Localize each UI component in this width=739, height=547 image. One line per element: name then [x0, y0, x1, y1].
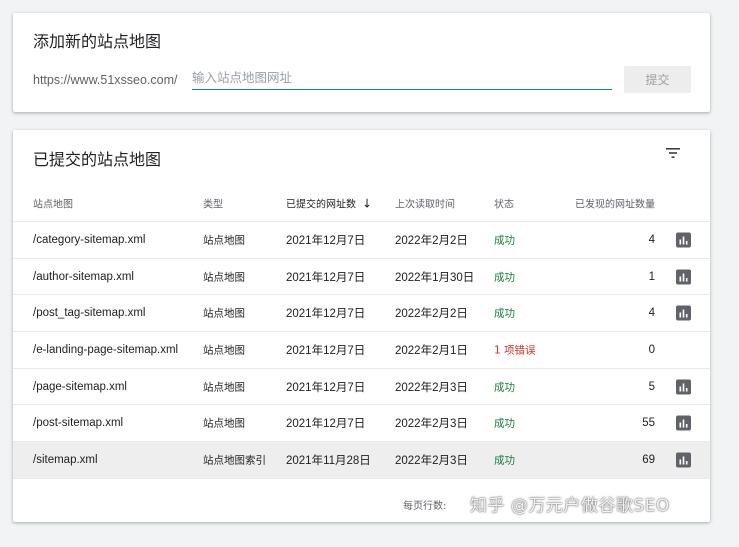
- table-header: 站点地图 类型 已提交的网址数 ↓ 上次读取时间 状态 已发现的网址数量: [13, 185, 710, 222]
- watermark: 知乎 @万元户做谷歌SEO: [470, 496, 670, 516]
- last-read-date: 2022年2月3日: [395, 418, 468, 431]
- table-footer: 每页行数: 知乎 @万元户做谷歌SEO: [13, 485, 710, 522]
- sitemap-type: 站点地图: [203, 381, 245, 394]
- submitted-date: 2021年11月28日: [286, 454, 371, 467]
- column-header-submitted-label: 已提交的网址数: [286, 199, 356, 211]
- found-count: 1: [648, 270, 655, 283]
- sort-arrow-down-icon: ↓: [362, 196, 373, 211]
- sitemap-type: 站点地图: [203, 417, 245, 430]
- last-read-date: 2022年2月2日: [395, 308, 468, 321]
- status-badge: 成功: [494, 417, 515, 430]
- sitemap-type: 站点地图: [203, 344, 245, 357]
- sitemap-path: /author-sitemap.xml: [33, 270, 134, 283]
- sitemap-path: /post_tag-sitemap.xml: [33, 307, 146, 320]
- column-header-type[interactable]: 类型: [203, 196, 223, 211]
- sitemap-path: /category-sitemap.xml: [33, 233, 146, 246]
- sitemap-type: 站点地图: [203, 234, 245, 247]
- bar-chart-icon[interactable]: [676, 452, 691, 468]
- sitemap-path: /sitemap.xml: [33, 453, 98, 466]
- table-row[interactable]: /post_tag-sitemap.xml 站点地图 2021年12月7日 20…: [13, 295, 710, 333]
- bar-chart-icon[interactable]: [676, 379, 691, 395]
- bar-chart-icon[interactable]: [676, 305, 691, 321]
- table-row[interactable]: /post-sitemap.xml 站点地图 2021年12月7日 2022年2…: [13, 405, 710, 443]
- submitted-date: 2021年12月7日: [286, 271, 366, 284]
- sitemaps-table: 站点地图 类型 已提交的网址数 ↓ 上次读取时间 状态 已发现的网址数量 /cat…: [13, 185, 710, 479]
- column-header-sitemap[interactable]: 站点地图: [33, 196, 73, 211]
- column-header-submitted[interactable]: 已提交的网址数 ↓: [286, 196, 372, 211]
- submitted-date: 2021年12月7日: [286, 234, 366, 247]
- last-read-date: 2022年1月30日: [395, 271, 475, 284]
- column-header-found[interactable]: 已发现的网址数量: [575, 196, 655, 211]
- submitted-date: 2021年12月7日: [286, 418, 366, 431]
- rows-per-page-label: 每页行数:: [403, 501, 447, 512]
- table-row[interactable]: /author-sitemap.xml 站点地图 2021年12月7日 2022…: [13, 259, 710, 296]
- submitted-sitemaps-title: 已提交的站点地图: [33, 150, 162, 169]
- sitemap-path: /page-sitemap.xml: [33, 380, 127, 393]
- table-row[interactable]: /category-sitemap.xml 站点地图 2021年12月7日 20…: [13, 222, 710, 259]
- sitemap-url-input[interactable]: [192, 68, 612, 90]
- submitted-date: 2021年12月7日: [286, 344, 366, 357]
- table-row[interactable]: /sitemap.xml 站点地图索引 2021年11月28日 2022年2月3…: [13, 442, 710, 479]
- sitemap-type: 站点地图: [203, 307, 245, 320]
- filter-icon[interactable]: [665, 146, 681, 160]
- submitted-date: 2021年12月7日: [286, 308, 366, 321]
- last-read-date: 2022年2月3日: [395, 381, 468, 394]
- found-count: 69: [642, 453, 655, 466]
- url-prefix: https://www.51xsseo.com/: [33, 73, 178, 87]
- found-count: 0: [648, 343, 655, 356]
- sitemap-type: 站点地图索引: [203, 454, 266, 467]
- found-count: 4: [648, 307, 655, 320]
- sitemap-type: 站点地图: [203, 271, 245, 284]
- found-count: 55: [642, 417, 655, 430]
- status-badge: 成功: [494, 381, 515, 394]
- bar-chart-icon[interactable]: [676, 232, 691, 248]
- submitted-sitemaps-card: 已提交的站点地图 站点地图 类型 已提交的网址数 ↓ 上次读取时间 状态 已发现的…: [13, 130, 710, 522]
- status-badge: 成功: [494, 234, 515, 247]
- add-sitemap-card: 添加新的站点地图 https://www.51xsseo.com/ 提交: [13, 13, 710, 112]
- last-read-date: 2022年2月2日: [395, 234, 468, 247]
- table-row[interactable]: /page-sitemap.xml 站点地图 2021年12月7日 2022年2…: [13, 369, 710, 406]
- submit-button[interactable]: 提交: [624, 66, 691, 93]
- bar-chart-icon[interactable]: [676, 269, 691, 285]
- bar-chart-icon[interactable]: [676, 415, 691, 431]
- table-row[interactable]: /e-landing-page-sitemap.xml 站点地图 2021年12…: [13, 332, 710, 369]
- last-read-date: 2022年2月1日: [395, 344, 468, 357]
- status-badge: 成功: [494, 307, 515, 320]
- status-badge-error: 1 项错误: [494, 344, 536, 357]
- last-read-date: 2022年2月3日: [395, 454, 468, 467]
- status-badge: 成功: [494, 271, 515, 284]
- column-header-last-read[interactable]: 上次读取时间: [395, 196, 455, 211]
- column-header-status[interactable]: 状态: [494, 196, 514, 211]
- sitemap-path: /post-sitemap.xml: [33, 417, 124, 430]
- status-badge: 成功: [494, 454, 515, 467]
- found-count: 5: [648, 380, 655, 393]
- submitted-date: 2021年12月7日: [286, 381, 366, 394]
- add-sitemap-title: 添加新的站点地图: [33, 32, 162, 51]
- found-count: 4: [648, 233, 655, 246]
- sitemap-path: /e-landing-page-sitemap.xml: [33, 343, 179, 356]
